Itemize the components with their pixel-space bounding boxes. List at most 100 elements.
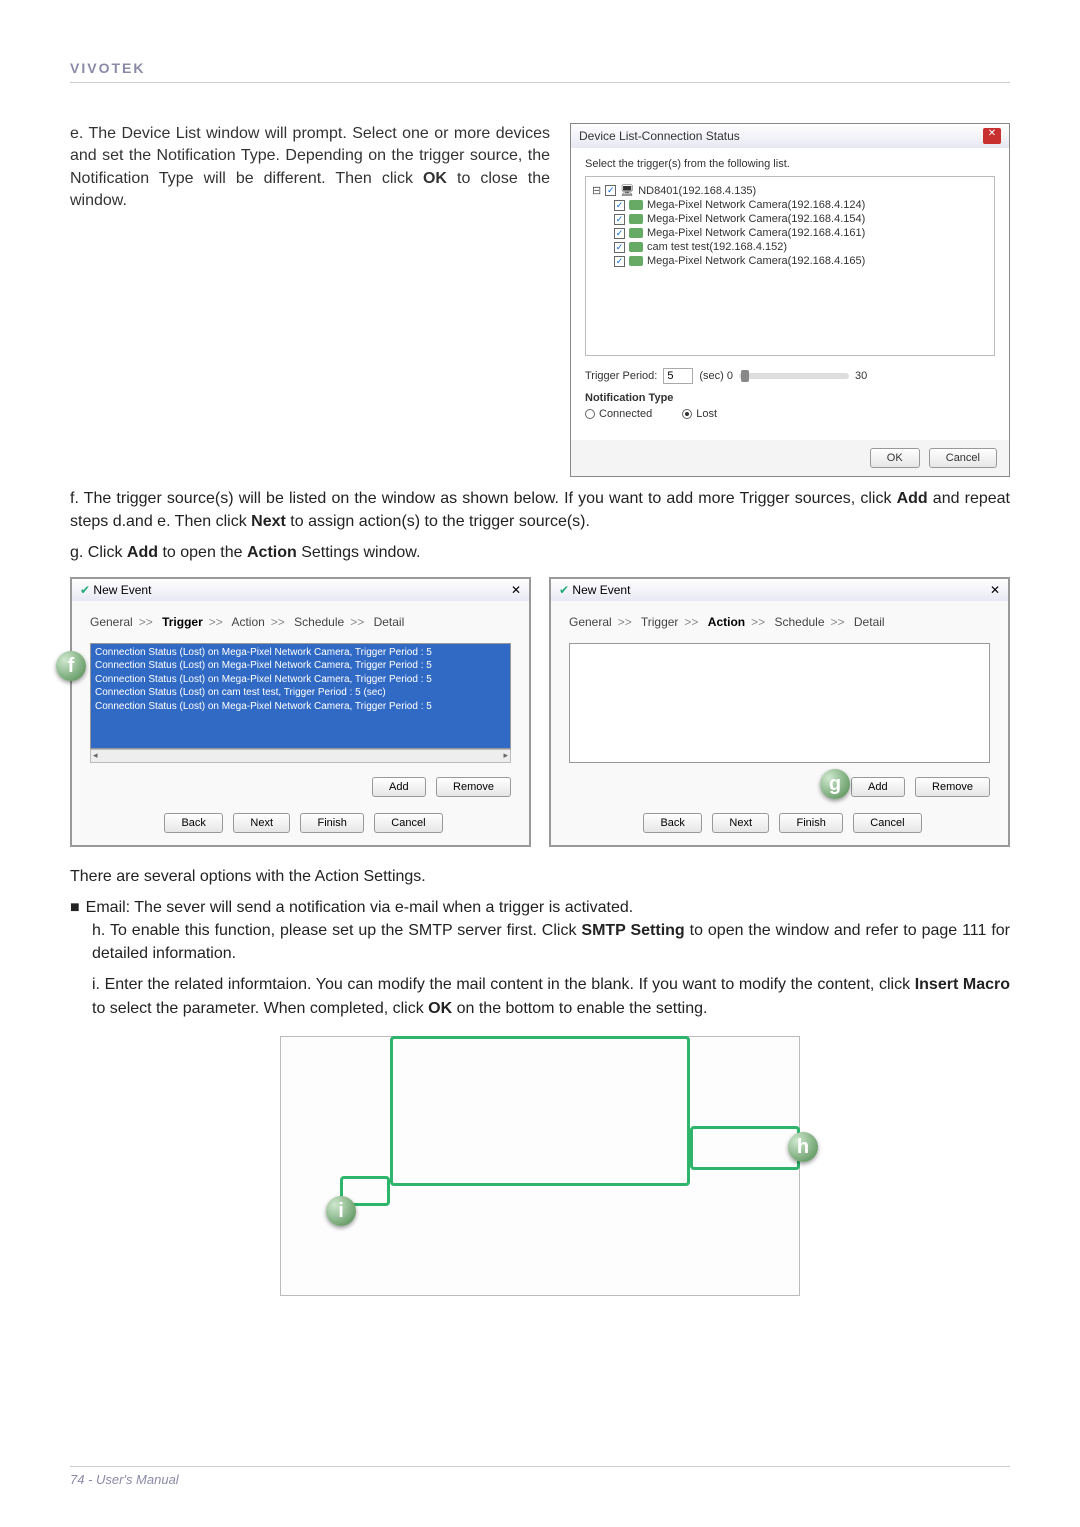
wizard-breadcrumb: General>> Trigger>> Action>> Schedule>> … [569, 615, 990, 629]
para-i-prefix: i. Enter the related informtaion. You ca… [92, 976, 915, 993]
close-icon[interactable]: ✕ [990, 583, 1000, 597]
add-button[interactable]: Add [851, 777, 905, 797]
notification-radios: Connected Lost [585, 404, 995, 430]
tree-root-label: ND8401(192.168.4.135) [638, 185, 756, 197]
wizard-breadcrumb: General>> Trigger>> Action>> Schedule>> … [90, 615, 511, 629]
dialog-button-row: OK Cancel [571, 440, 1009, 476]
camera-icon [629, 256, 643, 266]
tree-item[interactable]: ✓Mega-Pixel Network Camera(192.168.4.124… [592, 198, 988, 212]
next-button[interactable]: Next [712, 813, 769, 833]
trigger-period-row: Trigger Period: (sec) 0 30 [585, 368, 995, 384]
list-item[interactable]: Connection Status (Lost) on Mega-Pixel N… [95, 700, 506, 714]
wizard-titlebar: ✔ New Event ✕ [72, 579, 529, 601]
para-f-suffix: to assign action(s) to the trigger sourc… [286, 513, 590, 530]
email-settings-figure: h i [280, 1036, 800, 1296]
para-f-g: f. The trigger source(s) will be listed … [70, 487, 1010, 565]
callout-g: g [820, 769, 850, 799]
action-list[interactable] [569, 643, 990, 763]
back-button[interactable]: Back [643, 813, 701, 833]
wizard-title: New Event [93, 583, 151, 597]
para-g-action: Action [247, 544, 297, 561]
radio-connected[interactable]: Connected [585, 408, 652, 420]
para-f-next: Next [251, 513, 286, 530]
chevron-right-icon[interactable]: ▸ [503, 750, 508, 761]
crumb-general[interactable]: General [569, 615, 612, 629]
crumb-general[interactable]: General [90, 615, 133, 629]
remove-button[interactable]: Remove [915, 777, 990, 797]
list-item[interactable]: Connection Status (Lost) on cam test tes… [95, 686, 506, 700]
crumb-detail[interactable]: Detail [374, 615, 405, 629]
footer-divider [70, 1466, 1010, 1467]
crumb-action[interactable]: Action [708, 615, 745, 629]
close-icon[interactable]: ✕ [511, 583, 521, 597]
camera-icon [629, 214, 643, 224]
list-item[interactable]: Connection Status (Lost) on Mega-Pixel N… [95, 673, 506, 687]
wizard-list-buttons: g Add Remove [569, 777, 990, 797]
wizard-body: General>> Trigger>> Action>> Schedule>> … [551, 601, 1008, 845]
tree-item-label: Mega-Pixel Network Camera(192.168.4.161) [647, 227, 865, 239]
wizard-list-buttons: Add Remove [90, 777, 511, 797]
check-icon: ✔ [80, 583, 90, 597]
radio-icon[interactable] [585, 409, 595, 419]
action-settings-text: There are several options with the Actio… [70, 865, 1010, 1020]
slider-thumb-icon[interactable] [741, 370, 749, 382]
checkbox-icon[interactable]: ✓ [614, 200, 625, 211]
header-divider [70, 82, 1010, 83]
trigger-period-label: Trigger Period: [585, 370, 657, 382]
list-item[interactable]: Connection Status (Lost) on Mega-Pixel N… [95, 646, 506, 660]
back-button[interactable]: Back [164, 813, 222, 833]
horizontal-scrollbar[interactable]: ◂▸ [90, 749, 511, 763]
finish-button[interactable]: Finish [779, 813, 842, 833]
radio-lost[interactable]: Lost [682, 408, 717, 420]
bullet-email: ■ Email: The sever will send a notificat… [70, 896, 1010, 919]
tree-item[interactable]: ✓ Mega-Pixel Network Camera(192.168.4.161… [592, 226, 988, 240]
crumb-detail[interactable]: Detail [854, 615, 885, 629]
para-h-prefix: h. To enable this function, please set u… [92, 922, 581, 939]
checkbox-icon[interactable]: ✓ [614, 242, 625, 253]
wizard-nav-buttons: Back Next Finish Cancel [90, 813, 511, 833]
cancel-button[interactable]: Cancel [853, 813, 921, 833]
camera-icon [629, 242, 643, 252]
ok-button[interactable]: OK [870, 448, 920, 468]
tree-item[interactable]: ✓Mega-Pixel Network Camera(192.168.4.154… [592, 212, 988, 226]
device-list-dialog-wrap: Device List-Connection Status ✕ Select t… [570, 123, 1010, 477]
para-e: e. The Device List window will prompt. S… [70, 123, 550, 477]
crumb-action[interactable]: Action [231, 615, 264, 629]
remove-button[interactable]: Remove [436, 777, 511, 797]
tree-item-label: Mega-Pixel Network Camera(192.168.4.165) [647, 255, 865, 267]
radio-icon[interactable] [682, 409, 692, 419]
new-event-wizard-trigger: f ✔ New Event ✕ General>> Trigger>> Acti… [70, 577, 531, 847]
chevron-left-icon[interactable]: ◂ [93, 750, 98, 761]
checkbox-icon[interactable]: ✓ [614, 214, 625, 225]
crumb-schedule[interactable]: Schedule [774, 615, 824, 629]
nvr-icon: 🖥 [620, 184, 634, 197]
para-g-add: Add [127, 544, 158, 561]
close-icon[interactable]: ✕ [983, 128, 1001, 144]
crumb-schedule[interactable]: Schedule [294, 615, 344, 629]
slider-max: 30 [855, 370, 867, 382]
checkbox-icon[interactable]: ✓ [605, 185, 616, 196]
cancel-button[interactable]: Cancel [374, 813, 442, 833]
tree-item[interactable]: ✓cam test test(192.168.4.152) [592, 240, 988, 254]
checkbox-icon[interactable]: ✓ [614, 256, 625, 267]
add-button[interactable]: Add [372, 777, 426, 797]
new-event-wizard-action: ✔ New Event ✕ General>> Trigger>> Action… [549, 577, 1010, 847]
trigger-source-list[interactable]: Connection Status (Lost) on Mega-Pixel N… [90, 643, 511, 749]
cancel-button[interactable]: Cancel [929, 448, 997, 468]
manual-page: VIVOTEK e. The Device List window will p… [0, 0, 1080, 1527]
tree-root[interactable]: ⊟ ✓ 🖥 ND8401(192.168.4.135) [592, 183, 988, 198]
list-item[interactable]: Connection Status (Lost) on Mega-Pixel N… [95, 659, 506, 673]
line-options: There are several options with the Actio… [70, 865, 1010, 888]
finish-button[interactable]: Finish [300, 813, 363, 833]
tree-item[interactable]: ✓ Mega-Pixel Network Camera(192.168.4.165… [592, 254, 988, 268]
bullet-email-text: Email: The sever will send a notificatio… [86, 896, 634, 919]
camera-icon [629, 200, 643, 210]
trigger-period-input[interactable] [663, 368, 693, 384]
crumb-trigger[interactable]: Trigger [641, 615, 679, 629]
next-button[interactable]: Next [233, 813, 290, 833]
checkbox-icon[interactable]: ✓ [614, 228, 625, 239]
device-tree[interactable]: ⊟ ✓ 🖥 ND8401(192.168.4.135) ✓Mega-Pixel … [585, 176, 995, 356]
trigger-slider[interactable] [739, 373, 849, 379]
wizard-titlebar: ✔ New Event ✕ [551, 579, 1008, 601]
crumb-trigger[interactable]: Trigger [162, 615, 203, 629]
